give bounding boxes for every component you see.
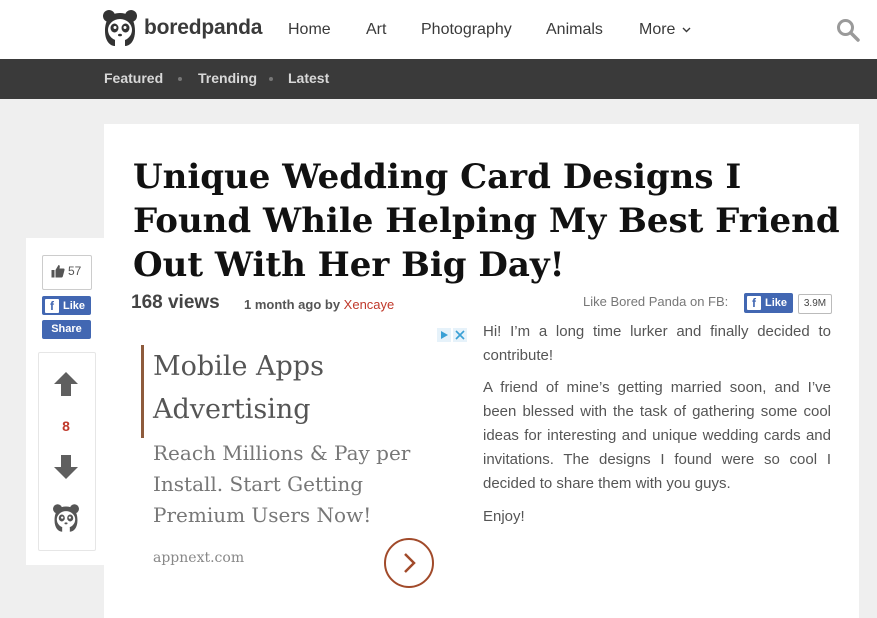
article-paragraph: Enjoy! bbox=[483, 508, 525, 525]
subnav-latest[interactable]: Latest bbox=[288, 70, 329, 86]
nav-animals[interactable]: Animals bbox=[546, 21, 603, 39]
nav-art[interactable]: Art bbox=[366, 21, 386, 39]
nav-more-label: More bbox=[639, 21, 676, 38]
facebook-icon: f bbox=[45, 298, 59, 313]
author-link[interactable]: Xencaye bbox=[344, 297, 395, 312]
fb-like-count: 3.9M bbox=[798, 294, 832, 314]
ad-subtitle[interactable]: Reach Millions & Pay per Install. Start … bbox=[153, 438, 448, 531]
vote-count: 8 bbox=[62, 418, 70, 434]
subnav-separator bbox=[269, 77, 273, 81]
article-title: Unique Wedding Card Designs I Found Whil… bbox=[133, 157, 840, 285]
fb-like-button-label: Like bbox=[63, 299, 86, 312]
ad-choices-icon[interactable] bbox=[437, 328, 467, 342]
subnav-separator bbox=[178, 77, 182, 81]
ad-domain[interactable]: appnext.com bbox=[153, 550, 244, 566]
facebook-icon: f bbox=[747, 296, 761, 310]
article-paragraph: A friend of mine’s getting married soon,… bbox=[483, 379, 831, 492]
post-time: 1 month ago by bbox=[244, 297, 344, 312]
brand-name[interactable]: boredpanda bbox=[144, 16, 262, 40]
chevron-right-icon bbox=[404, 553, 416, 573]
fb-like-label: Like bbox=[765, 297, 788, 309]
ad-accent-bar bbox=[141, 345, 144, 438]
panda-avatar-icon[interactable] bbox=[53, 503, 79, 533]
panda-logo-icon[interactable] bbox=[103, 9, 137, 47]
nav-home[interactable]: Home bbox=[288, 21, 331, 39]
post-meta: 1 month ago by Xencaye bbox=[244, 297, 394, 312]
nav-more[interactable]: More bbox=[639, 21, 691, 39]
ad-open-button[interactable] bbox=[384, 538, 434, 588]
fb-like-prompt: Like Bored Panda on FB: bbox=[583, 294, 729, 309]
thumbs-up-icon bbox=[51, 265, 65, 278]
fb-page-like-button[interactable]: f Like bbox=[744, 293, 793, 313]
share-button[interactable]: Share bbox=[42, 320, 91, 339]
like-count: 57 bbox=[68, 264, 82, 278]
article-paragraph: Hi! I’m a long time lurker and finally d… bbox=[483, 323, 831, 364]
subnav-trending[interactable]: Trending bbox=[198, 70, 257, 86]
fb-like-button[interactable]: f Like bbox=[42, 296, 91, 315]
chevron-down-icon bbox=[682, 27, 691, 33]
top-navigation-bar: boredpanda Home Art Photography Animals … bbox=[0, 0, 877, 59]
upvote-arrow-icon[interactable] bbox=[53, 371, 79, 397]
ad-title[interactable]: Mobile Apps Advertising bbox=[153, 345, 413, 431]
downvote-arrow-icon[interactable] bbox=[53, 454, 79, 480]
sub-navigation-bar: Featured Trending Latest bbox=[0, 59, 877, 99]
like-count-box: 57 bbox=[42, 255, 92, 290]
subnav-featured[interactable]: Featured bbox=[104, 70, 163, 86]
nav-photography[interactable]: Photography bbox=[421, 21, 512, 39]
view-count: 168 views bbox=[131, 292, 220, 313]
search-icon[interactable] bbox=[836, 18, 860, 42]
